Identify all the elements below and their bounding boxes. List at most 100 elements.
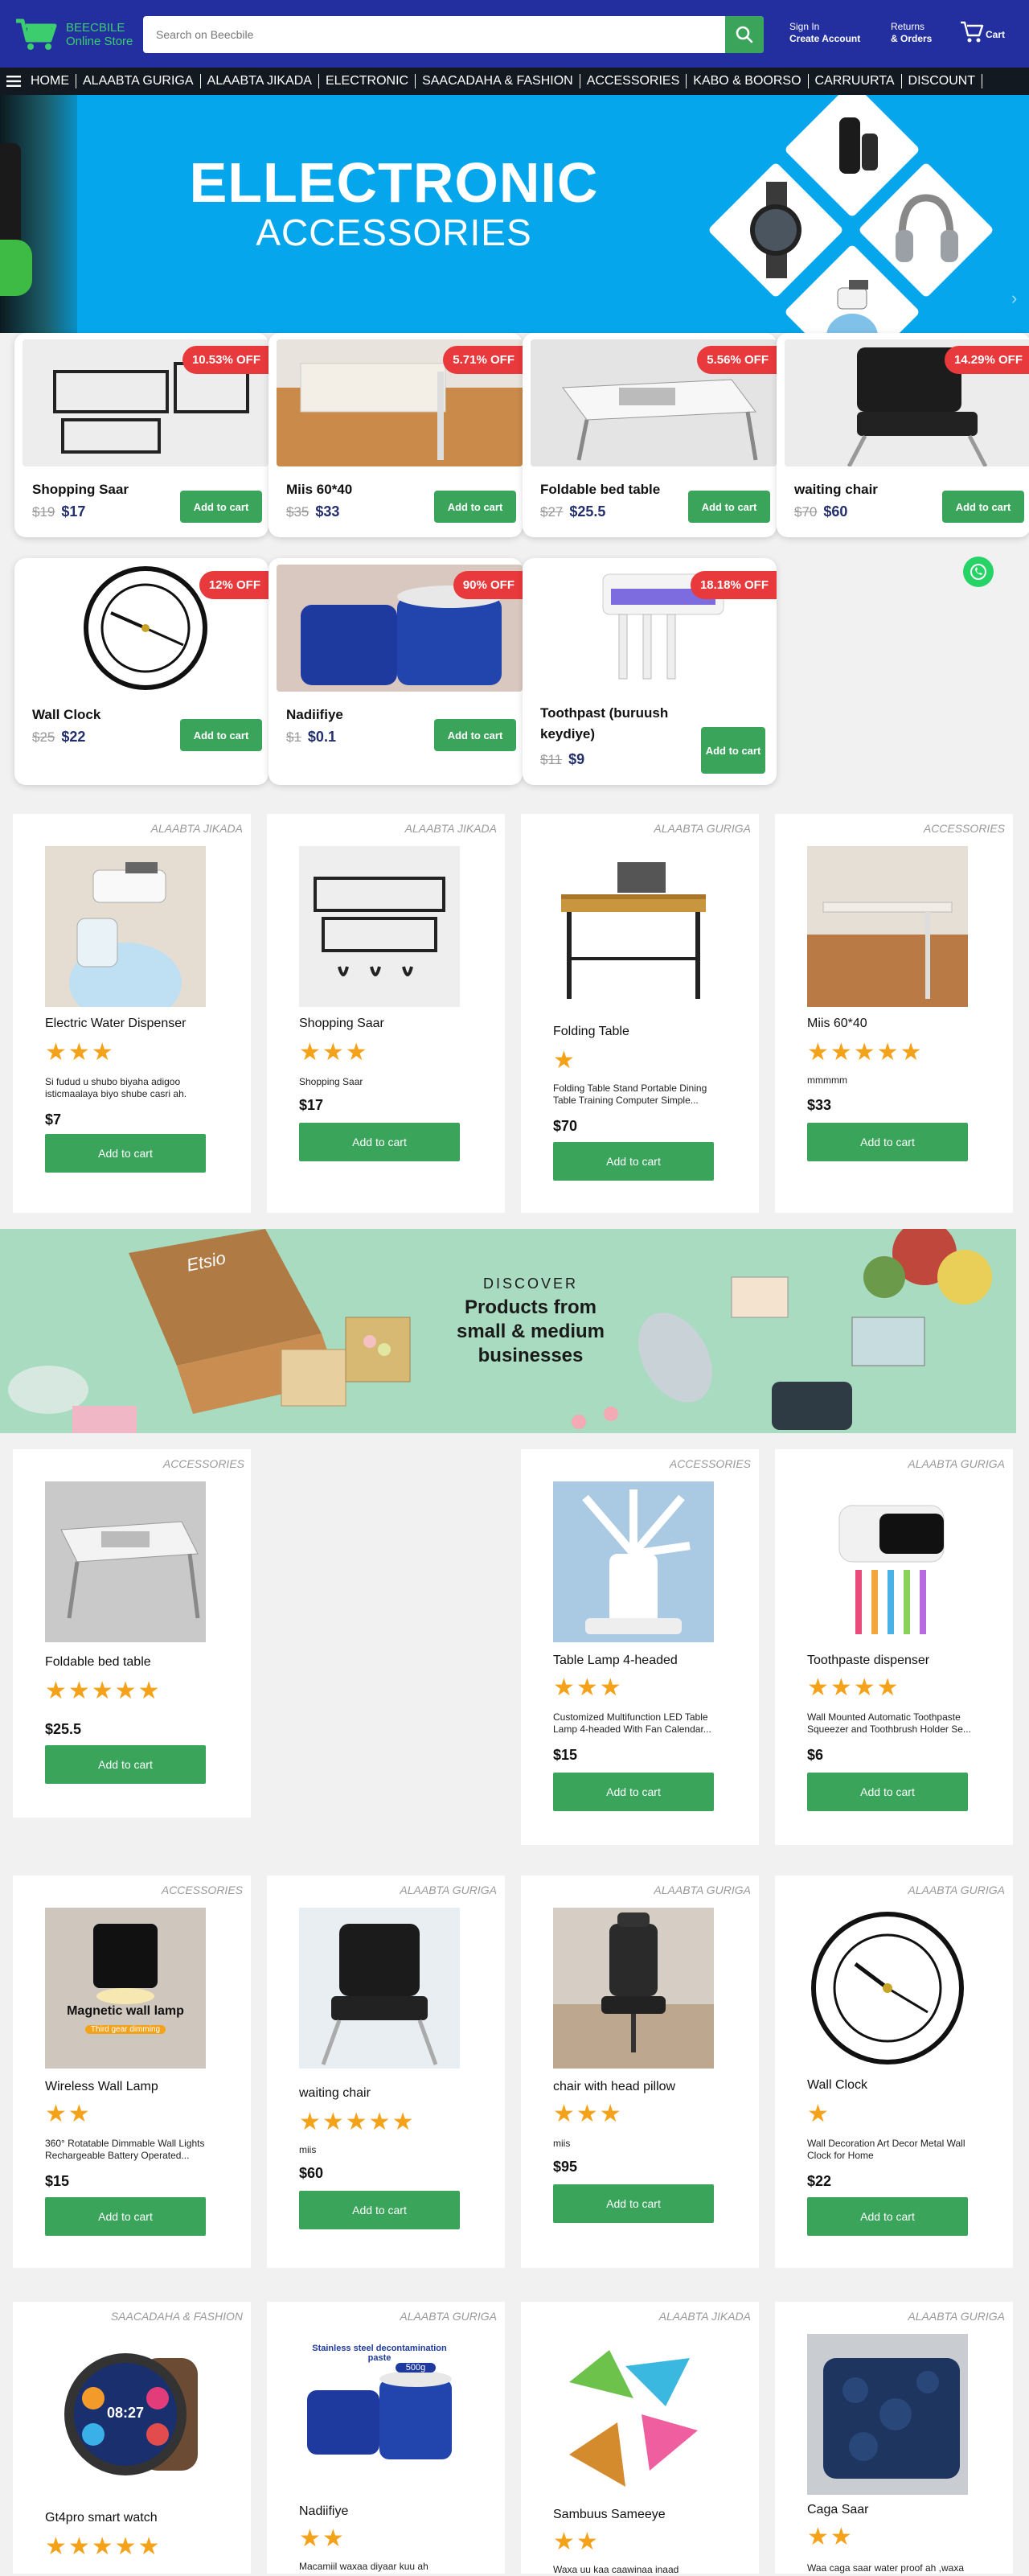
product-name[interactable]: Gt4pro smart watch [45, 2511, 158, 2525]
product-image-caga-saar[interactable] [807, 2334, 968, 2495]
product-card[interactable]: ALAABTA GURIGA waiting chair ★★★★★ miis … [267, 1876, 505, 2268]
search-button[interactable] [725, 16, 764, 53]
product-image-wireless-wall-lamp[interactable]: Magnetic wall lamp Third gear dimming [45, 1908, 206, 2069]
add-to-cart-button[interactable]: Add to cart [688, 491, 770, 523]
deal-name[interactable]: Toothpast (buruush keydiye) [540, 703, 709, 745]
product-name[interactable]: Folding Table [553, 1025, 629, 1039]
nav-item-electronic[interactable]: ELECTRONIC [318, 74, 415, 88]
product-card[interactable]: ALAABTA GURIGA Caga Saar ★★ Waa caga saa… [775, 2302, 1013, 2574]
add-to-cart-button[interactable]: Add to cart [553, 1142, 714, 1181]
product-image-foldable-bed-table[interactable] [45, 1481, 206, 1642]
product-name[interactable]: Wireless Wall Lamp [45, 2080, 158, 2094]
product-image-folding-table[interactable] [553, 846, 714, 1007]
whatsapp-button[interactable] [963, 557, 994, 587]
product-category[interactable]: ALAABTA GURIGA [908, 1457, 1005, 1470]
returns-orders-link[interactable]: Returns & Orders [891, 21, 932, 45]
product-card[interactable]: ALAABTA GURIGA Toothpaste dispenser ★★★★… [775, 1449, 1013, 1845]
product-image-table-lamp[interactable] [553, 1481, 714, 1642]
add-to-cart-button[interactable]: Add to cart [299, 1123, 460, 1161]
product-category[interactable]: SAACADAHA & FASHION [111, 2310, 243, 2323]
add-to-cart-button[interactable]: Add to cart [942, 491, 1024, 523]
product-card[interactable]: ALAABTA GURIGA Wall Clock ★ Wall Decorat… [775, 1876, 1013, 2268]
add-to-cart-button[interactable]: Add to cart [434, 491, 516, 523]
product-image-toothpaste-dispenser[interactable] [807, 1481, 968, 1642]
add-to-cart-button[interactable]: Add to cart [299, 2191, 460, 2229]
add-to-cart-button[interactable]: Add to cart [807, 1123, 968, 1161]
nav-item-kabo-boorso[interactable]: KABO & BOORSO [686, 74, 807, 88]
nav-item-alaabta-jikada[interactable]: ALAABTA JIKADA [199, 74, 318, 88]
product-image-wall-clock[interactable] [807, 1908, 968, 2069]
product-card[interactable]: ALAABTA GURIGA Stainless steel decontami… [267, 2302, 505, 2574]
cart-button[interactable]: Cart [958, 18, 1006, 47]
product-card[interactable]: ALAABTA GURIGA chair with head pillow ★★… [521, 1876, 759, 2268]
product-category[interactable]: ACCESSORIES [670, 1457, 751, 1470]
add-to-cart-button[interactable]: Add to cart [45, 1134, 206, 1173]
product-card[interactable]: ACCESSORIES Foldable bed table ★★★★★ $25… [13, 1449, 251, 1818]
hero-banner[interactable]: ELLECTRONIC ACCESSORIES › [0, 95, 1029, 333]
add-to-cart-button[interactable]: Add to cart [701, 727, 765, 774]
add-to-cart-button[interactable]: Add to cart [180, 491, 262, 523]
product-name[interactable]: Nadiifiye [299, 2504, 348, 2519]
add-to-cart-button[interactable]: Add to cart [807, 1773, 968, 1811]
product-category[interactable]: ACCESSORIES [162, 1884, 243, 1896]
product-name[interactable]: Shopping Saar [299, 1017, 384, 1031]
add-to-cart-button[interactable]: Add to cart [553, 1773, 714, 1811]
product-image-chair-head-pillow[interactable] [553, 1908, 714, 2069]
search-input[interactable] [143, 16, 725, 53]
deal-card[interactable]: 12% OFF Wall Clock $25 $22 Add to cart [14, 558, 269, 785]
product-card[interactable]: ALAABTA JIKADA Sambuus Sameeye ★★ Waxa u… [521, 2302, 759, 2575]
deal-name[interactable]: Foldable bed table [540, 479, 660, 500]
product-name[interactable]: Sambuus Sameeye [553, 2508, 666, 2522]
deal-card[interactable]: 18.18% OFF Toothpast (buruush keydiye) $… [523, 558, 777, 785]
product-name[interactable]: Miis 60*40 [807, 1017, 867, 1031]
product-name[interactable]: Foldable bed table [45, 1655, 151, 1670]
product-card[interactable]: ALAABTA JIKADA Shopping Saar ★★★ Shoppin… [267, 814, 505, 1213]
menu-button[interactable] [0, 68, 27, 95]
product-category[interactable]: ALAABTA JIKADA [151, 822, 243, 835]
add-to-cart-button[interactable]: Add to cart [45, 2197, 206, 2236]
product-image-smart-watch[interactable]: 08:27 [45, 2334, 206, 2495]
product-name[interactable]: Caga Saar [807, 2503, 869, 2517]
product-category[interactable]: ALAABTA JIKADA [405, 822, 497, 835]
product-name[interactable]: Wall Clock [807, 2078, 867, 2093]
product-category[interactable]: ALAABTA GURIGA [908, 2310, 1005, 2323]
product-card[interactable]: ALAABTA JIKADA Electric Water Dispenser … [13, 814, 251, 1213]
store-logo[interactable]: BEECBILE Online Store [13, 16, 133, 51]
deal-name[interactable]: waiting chair [794, 479, 878, 500]
add-to-cart-button[interactable]: Add to cart [45, 1745, 206, 1784]
chevron-right-icon[interactable]: › [1011, 288, 1017, 309]
product-category[interactable]: ALAABTA GURIGA [654, 822, 751, 835]
sign-in-link[interactable]: Sign In Create Account [789, 21, 860, 45]
product-image-water-dispenser[interactable] [45, 846, 206, 1007]
deal-card[interactable]: 90% OFF Nadiifiye $1 $0.1 Add to cart [269, 558, 523, 785]
add-to-cart-button[interactable]: Add to cart [807, 2197, 968, 2236]
product-category[interactable]: ACCESSORIES [924, 822, 1005, 835]
deal-name[interactable]: Miis 60*40 [286, 479, 352, 500]
product-category[interactable]: ALAABTA GURIGA [654, 1884, 751, 1896]
product-image-waiting-chair[interactable] [299, 1908, 460, 2069]
add-to-cart-button[interactable]: Add to cart [434, 719, 516, 751]
deal-name[interactable]: Shopping Saar [32, 479, 129, 500]
nav-item-carruurta[interactable]: CARRUURTA [807, 74, 901, 88]
product-name[interactable]: Electric Water Dispenser [45, 1017, 186, 1031]
product-name[interactable]: chair with head pillow [553, 2080, 675, 2094]
nav-item-accessories[interactable]: ACCESSORIES [579, 74, 687, 88]
product-card[interactable]: ALAABTA GURIGA Folding Table ★ Folding T… [521, 814, 759, 1213]
product-card[interactable]: SAACADAHA & FASHION 08:27 Gt4pro smart w… [13, 2302, 251, 2574]
product-image-sambuus-sameeye[interactable] [553, 2334, 714, 2495]
product-name[interactable]: waiting chair [299, 2086, 371, 2101]
add-to-cart-button[interactable]: Add to cart [180, 719, 262, 751]
deal-card[interactable]: 5.56% OFF Foldable bed table $27 $25.5 Ad… [523, 333, 777, 537]
add-to-cart-button[interactable]: Add to cart [553, 2184, 714, 2223]
product-card[interactable]: ACCESSORIES Miis 60*40 ★★★★★ mmmmm $33 A… [775, 814, 1013, 1213]
deal-card[interactable]: 14.29% OFF waiting chair $70 $60 Add to c… [777, 333, 1029, 537]
product-category[interactable]: ACCESSORIES [163, 1457, 244, 1470]
product-category[interactable]: ALAABTA JIKADA [659, 2310, 751, 2323]
product-name[interactable]: Toothpaste dispenser [807, 1654, 929, 1668]
deal-name[interactable]: Wall Clock [32, 705, 100, 725]
product-category[interactable]: ALAABTA GURIGA [400, 1884, 497, 1896]
deal-name[interactable]: Nadiifiye [286, 705, 343, 725]
nav-item-saacadaha-fashion[interactable]: SAACADAHA & FASHION [415, 74, 580, 88]
nav-item-discount[interactable]: DISCOUNT [900, 74, 983, 88]
product-name[interactable]: Table Lamp 4-headed [553, 1654, 678, 1668]
